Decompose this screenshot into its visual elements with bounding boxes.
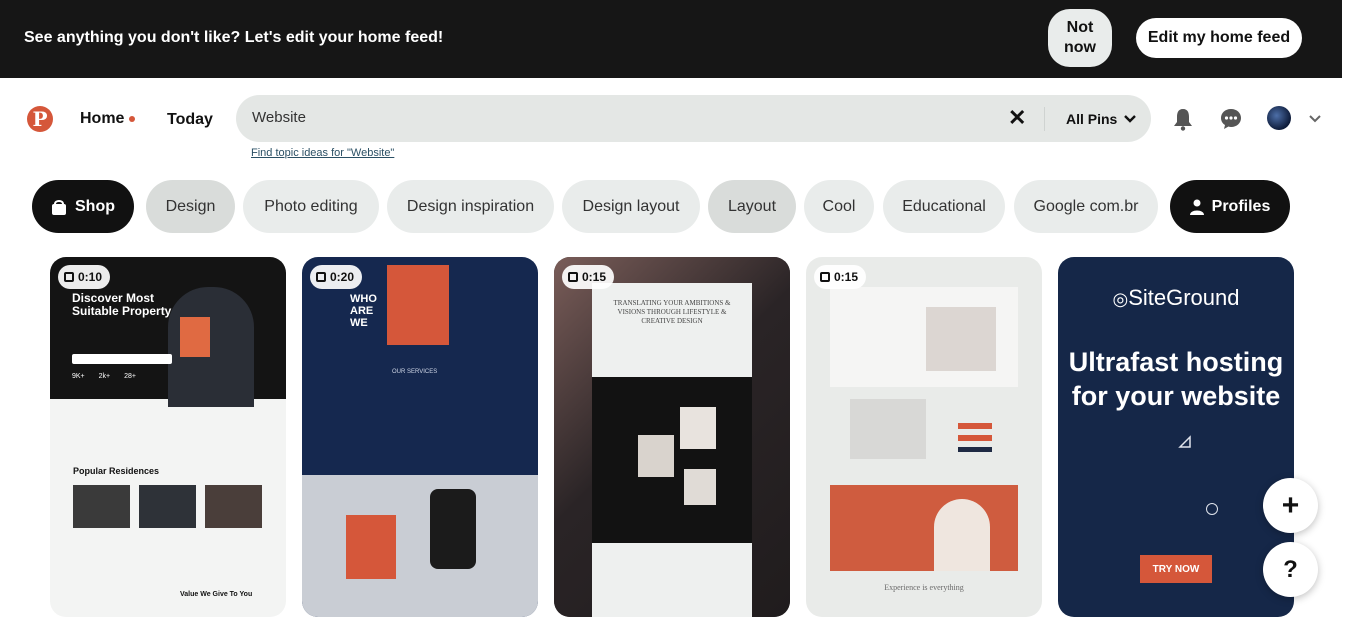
- ad-cta-button[interactable]: TRY NOW: [1140, 555, 1212, 583]
- add-pin-button[interactable]: +: [1263, 478, 1318, 533]
- pin-section-title: Popular Residences: [73, 466, 160, 476]
- pin-headline: Discover Most Suitable Property: [72, 291, 172, 318]
- pin-headline: TRANSLATING YOUR AMBITIONS & VISIONS THR…: [613, 299, 731, 325]
- not-now-button[interactable]: Not now: [1048, 9, 1112, 67]
- pin-thumb: [139, 485, 196, 528]
- pin-footer-text: Value We Give To You: [180, 591, 253, 598]
- pin-thumb: [205, 485, 262, 528]
- duration: 0:10: [78, 270, 103, 284]
- chip-design[interactable]: Design: [146, 180, 235, 233]
- clear-search-icon[interactable]: ✕: [1008, 105, 1026, 131]
- pin-thumb: [680, 407, 716, 449]
- pin-stat: 28+: [124, 373, 137, 380]
- video-duration-badge: 0:15: [814, 265, 867, 289]
- nav-home[interactable]: Home: [80, 110, 124, 128]
- help-button[interactable]: ?: [1263, 542, 1318, 597]
- triangle-decoration-icon: [1178, 435, 1191, 448]
- chip-profiles[interactable]: Profiles: [1170, 180, 1290, 233]
- nav-today[interactable]: Today: [167, 111, 213, 129]
- search-scope-dropdown[interactable]: All Pins: [1066, 111, 1137, 127]
- circle-decoration-icon: [1206, 503, 1218, 515]
- video-duration-badge: 0:10: [58, 265, 111, 289]
- chip-label: Profiles: [1211, 197, 1271, 215]
- video-icon: [820, 272, 830, 282]
- ad-brand-name: SiteGround: [1128, 285, 1240, 310]
- pin-image-desk: [302, 475, 538, 617]
- pin-card[interactable]: WHO ARE WE OUR SERVICES 0:20: [302, 257, 538, 617]
- account-chevron-down-icon[interactable]: [1302, 106, 1328, 132]
- pin-image-photo: [926, 307, 996, 371]
- edit-feed-banner: See anything you don't like? Let's edit …: [0, 0, 1342, 78]
- pin-card[interactable]: TRANSLATING YOUR AMBITIONS & VISIONS THR…: [554, 257, 790, 617]
- ad-headline: Ultrafast hosting for your website: [1068, 347, 1284, 411]
- messages-icon[interactable]: [1218, 106, 1244, 132]
- pin-thumb: [638, 435, 674, 477]
- pin-accent-bar: [958, 447, 992, 452]
- ad-brand: ◎SiteGround: [1058, 285, 1294, 311]
- pin-image-accent: [180, 317, 210, 357]
- search-scope-label: All Pins: [1066, 111, 1118, 127]
- duration: 0:20: [330, 270, 355, 284]
- topic-ideas-link[interactable]: Find topic ideas for "Website": [251, 147, 394, 159]
- pin-thumb: [684, 469, 716, 505]
- video-icon: [316, 272, 326, 282]
- pinterest-logo-icon[interactable]: P: [27, 106, 53, 132]
- chip-label: Shop: [75, 197, 115, 215]
- edit-home-feed-button[interactable]: Edit my home feed: [1136, 18, 1302, 58]
- home-notification-dot: [129, 116, 135, 122]
- pin-image-photo: [850, 399, 926, 459]
- pin-stat: 9K+: [72, 373, 85, 380]
- pin-thumb: [73, 485, 130, 528]
- search-bar: ✕ All Pins: [236, 95, 1151, 142]
- banner-message: See anything you don't like? Let's edit …: [24, 29, 444, 46]
- video-duration-badge: 0:15: [562, 265, 615, 289]
- chip-layout[interactable]: Layout: [708, 180, 796, 233]
- video-duration-badge: 0:20: [310, 265, 363, 289]
- chip-shop[interactable]: Shop: [32, 180, 134, 233]
- notifications-bell-icon[interactable]: [1170, 106, 1196, 132]
- user-avatar[interactable]: [1267, 106, 1291, 130]
- pin-image-phone: [430, 489, 476, 569]
- pin-image-photo: [934, 499, 990, 571]
- pin-stats: 9K+ 2k+ 28+: [72, 373, 136, 380]
- pin-section-title: Experience is everything: [884, 583, 964, 592]
- pin-image-hero: [592, 283, 752, 377]
- chip-design-inspiration[interactable]: Design inspiration: [387, 180, 554, 233]
- chip-educational[interactable]: Educational: [883, 180, 1005, 233]
- chip-photo-editing[interactable]: Photo editing: [243, 180, 379, 233]
- pin-stat: 2k+: [98, 373, 111, 380]
- video-icon: [64, 272, 74, 282]
- search-input[interactable]: [252, 109, 992, 126]
- video-icon: [568, 272, 578, 282]
- chip-design-layout[interactable]: Design layout: [562, 180, 700, 233]
- pin-card[interactable]: Discover Most Suitable Property 9K+ 2k+ …: [50, 257, 286, 617]
- duration: 0:15: [834, 270, 859, 284]
- person-icon: [1189, 199, 1204, 215]
- ad-pin-card[interactable]: ◎SiteGround Ultrafast hosting for your w…: [1058, 257, 1294, 617]
- chevron-down-icon: [1124, 115, 1137, 123]
- pin-image-accent: [387, 265, 449, 345]
- pin-card[interactable]: Experience is everything 0:15: [806, 257, 1042, 617]
- pin-section-title: OUR SERVICES: [392, 369, 438, 375]
- siteground-logo-icon: ◎: [1112, 289, 1129, 309]
- pin-image-accent: [346, 515, 396, 579]
- pin-accent-bar: [958, 435, 992, 441]
- pin-search-mock: [72, 354, 172, 364]
- chip-cool[interactable]: Cool: [804, 180, 874, 233]
- chip-google-com-br[interactable]: Google com.br: [1014, 180, 1158, 233]
- shopping-bag-icon: [52, 199, 66, 215]
- pin-accent-bar: [958, 423, 992, 429]
- pin-headline: WHO ARE WE: [350, 293, 377, 329]
- search-divider: [1044, 107, 1045, 131]
- duration: 0:15: [582, 270, 607, 284]
- pin-image-footer: [592, 543, 752, 617]
